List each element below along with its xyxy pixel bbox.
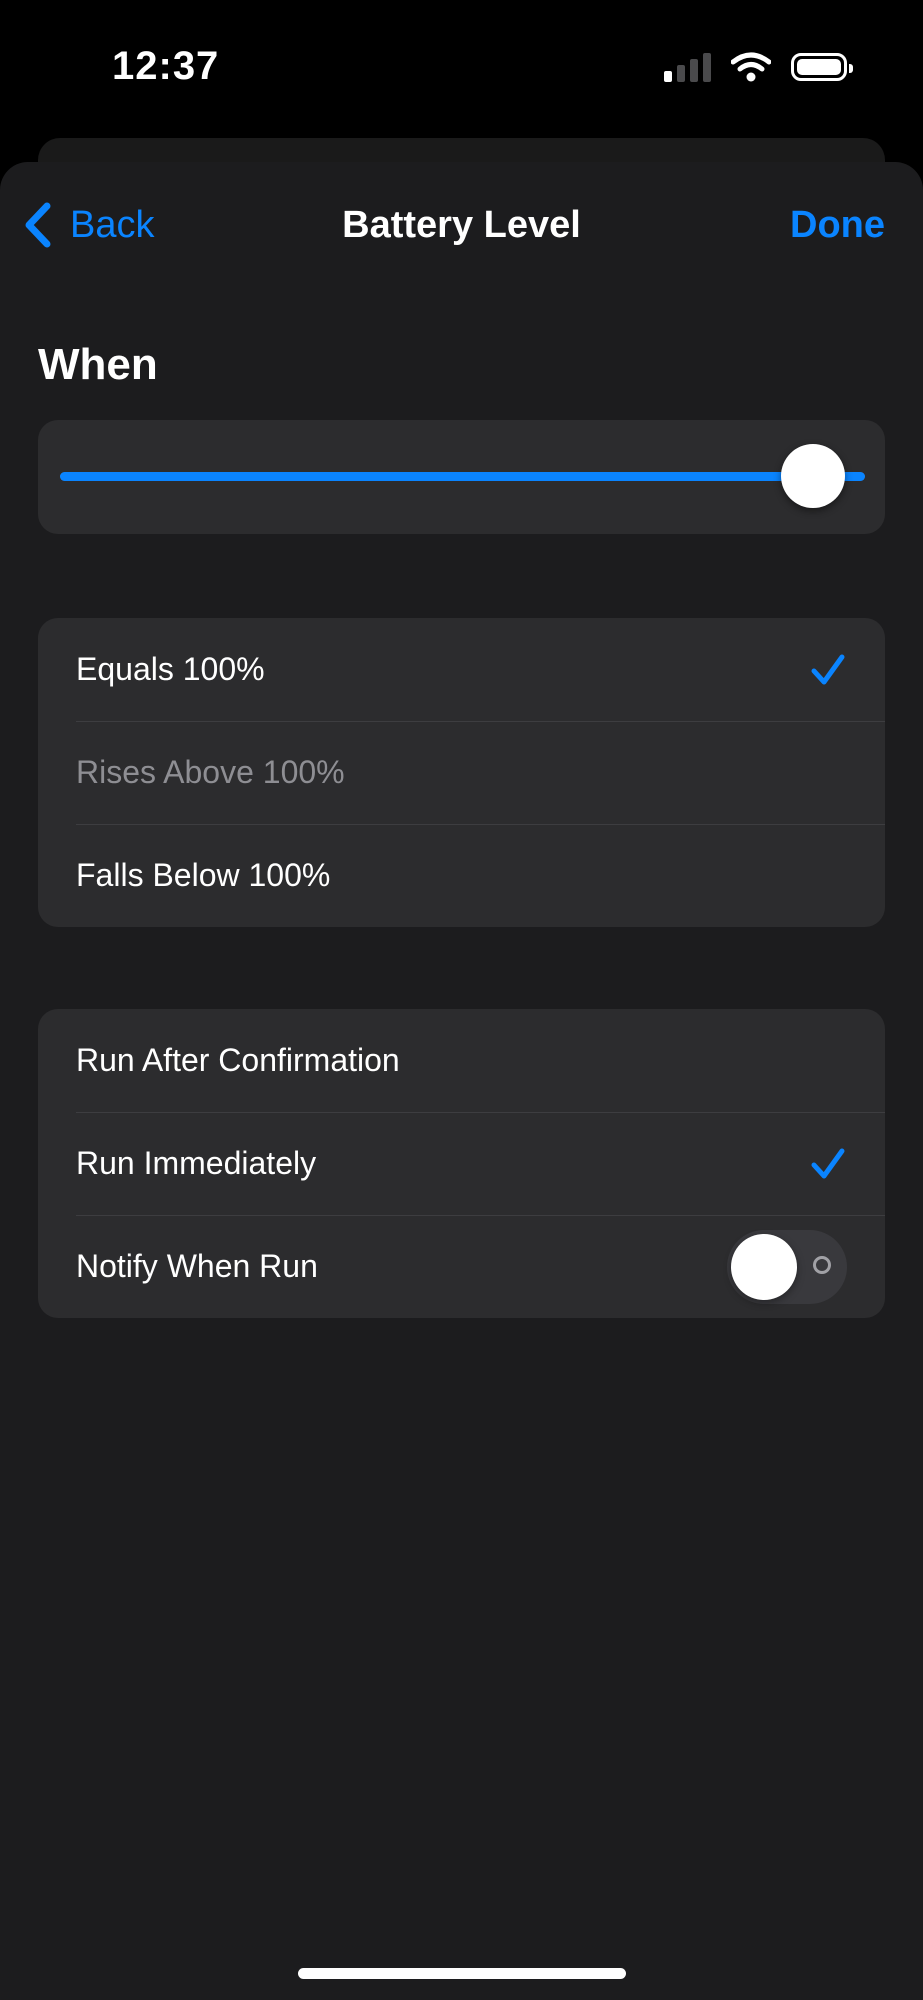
checkmark-icon: [811, 654, 845, 684]
condition-option-equals[interactable]: Equals 100%: [38, 618, 885, 721]
toggle-off-icon: [813, 1255, 831, 1274]
done-button[interactable]: Done: [790, 204, 885, 247]
page-title: Battery Level: [342, 204, 581, 246]
status-icons: [664, 52, 853, 82]
checkmark-icon: [811, 1148, 845, 1178]
notify-when-run-label: Notify When Run: [76, 1248, 318, 1284]
status-time: 12:37: [112, 44, 220, 88]
navigation-bar: Back Battery Level Done: [0, 162, 923, 292]
battery-level-slider[interactable]: [60, 472, 865, 481]
run-options-card: Run After Confirmation Run Immediately N…: [38, 1009, 885, 1318]
condition-option-label: Rises Above 100%: [76, 754, 345, 790]
notify-when-run-toggle[interactable]: [727, 1229, 847, 1304]
when-heading: When: [38, 340, 158, 389]
run-option-label: Run Immediately: [76, 1145, 317, 1181]
battery-fill: [797, 59, 841, 75]
condition-option-rises-above[interactable]: Rises Above 100%: [38, 721, 885, 824]
status-bar: 12:37: [0, 0, 923, 140]
condition-option-falls-below[interactable]: Falls Below 100%: [38, 824, 885, 927]
wifi-icon: [731, 52, 771, 82]
battery-level-slider-card: [38, 420, 885, 534]
slider-thumb[interactable]: [781, 444, 845, 508]
condition-options-card: Equals 100% Rises Above 100% Falls Below…: [38, 618, 885, 927]
battery-level-sheet: Back Battery Level Done When Equals 100%…: [0, 162, 923, 2000]
run-after-confirmation-option[interactable]: Run After Confirmation: [38, 1009, 885, 1112]
condition-option-label: Falls Below 100%: [76, 857, 331, 893]
run-option-label: Run After Confirmation: [76, 1042, 400, 1078]
notify-when-run-row: Notify When Run: [38, 1215, 885, 1318]
home-indicator[interactable]: [298, 1968, 626, 1979]
battery-icon: [791, 53, 853, 81]
cellular-signal-icon: [664, 52, 711, 82]
run-immediately-option[interactable]: Run Immediately: [38, 1112, 885, 1215]
condition-option-label: Equals 100%: [76, 651, 265, 687]
slider-fill: [60, 472, 865, 481]
toggle-knob: [731, 1233, 797, 1300]
